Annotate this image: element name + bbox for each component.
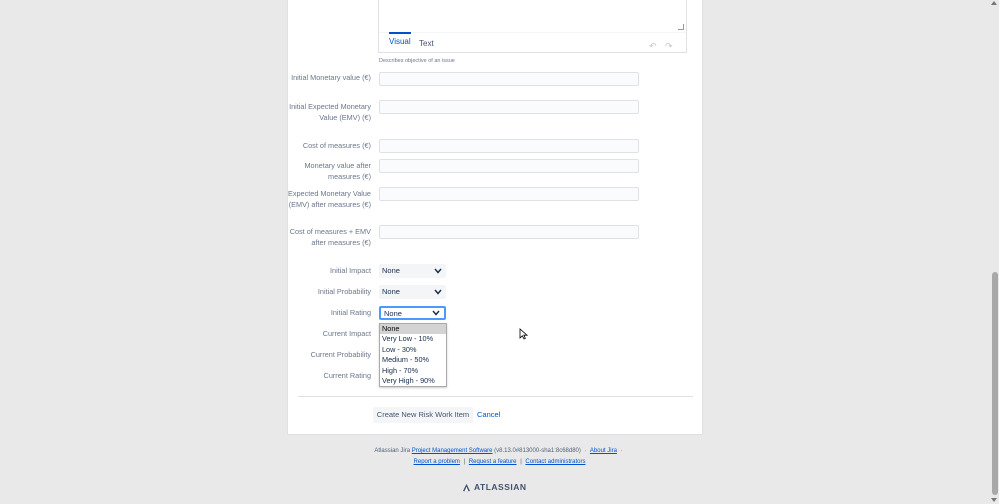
footer-pm-link[interactable]: Project Management Software [412,448,493,454]
dropdown-option[interactable]: Medium - 50% [380,355,446,365]
initial-rating-select[interactable]: None [379,306,446,320]
emv-after-input[interactable] [379,187,639,201]
cost-of-measures-label: Cost of measures (€) [302,141,371,150]
initial-rating-label: Initial Rating [330,308,371,317]
initial-probability-value: None [382,287,400,296]
scroll-up-icon[interactable] [991,1,997,5]
create-risk-button[interactable]: Create New Risk Work Item [373,407,473,423]
monetary-after-label: Monetary value after measures (€) [304,161,371,181]
chevron-down-icon [434,264,442,274]
scroll-down-icon[interactable] [991,498,997,502]
initial-impact-select[interactable]: None [379,264,446,278]
tab-visual[interactable]: Visual [389,32,411,46]
resize-handle-icon[interactable] [678,24,684,30]
cost-plus-emv-label: Cost of measures + EMV after measures (€… [289,227,371,247]
actions-divider [298,396,693,397]
form-panel [287,0,703,435]
footer-prefix: Atlassian Jira [374,448,411,454]
initial-rating-value: None [384,309,402,318]
mouse-cursor-icon [519,328,528,340]
rating-dropdown-list: None Very Low - 10% Low - 30% Medium - 5… [379,323,447,387]
footer-separator: | [463,459,466,465]
dropdown-option[interactable]: Low - 30% [380,345,446,355]
page-scrollbar[interactable] [990,0,999,504]
cancel-link[interactable]: Cancel [477,407,500,423]
initial-monetary-input[interactable] [379,72,639,86]
footer-line-1: Atlassian Jira Project Management Softwa… [0,448,999,454]
footer-separator: · [620,448,623,454]
footer-contact-link[interactable]: Contact administrators [525,459,585,465]
monetary-after-input[interactable] [379,159,639,173]
footer-separator: · [584,448,587,454]
description-help-text: Describes objective of an issue [379,58,455,64]
emv-after-label: Expected Monetary Value (EMV) after meas… [287,189,371,209]
cost-of-measures-input[interactable] [379,139,639,153]
initial-monetary-label: Initial Monetary value (€) [291,73,371,82]
description-textarea[interactable] [379,0,686,32]
undo-icon[interactable]: ↶ [649,41,657,52]
current-impact-label: Current Impact [322,329,371,338]
chevron-down-icon [434,285,442,295]
footer-request-link[interactable]: Request a feature [469,459,517,465]
footer-separator: | [520,459,522,465]
current-rating-label: Current Rating [323,371,371,380]
footer-report-link[interactable]: Report a problem [414,459,460,465]
redo-icon[interactable]: ↷ [665,41,673,52]
initial-emv-input[interactable] [379,100,639,114]
editor-mode-tabs: Visual Text ↶ ↷ [379,32,686,52]
dropdown-option[interactable]: High - 70% [380,366,446,376]
dropdown-option[interactable]: Very Low - 10% [380,334,446,344]
initial-probability-select[interactable]: None [379,285,446,299]
chevron-down-icon [432,308,440,316]
initial-probability-label: Initial Probability [317,287,371,296]
scroll-thumb[interactable] [992,272,998,495]
atlassian-wordmark: ATLASSIAN [474,482,527,492]
initial-impact-label: Initial Impact [330,266,371,275]
current-probability-label: Current Probability [310,350,371,359]
footer-version: (v8.13.0#813000-sha1:8c68d80) [494,448,581,454]
footer-line-2: Report a problem | Request a feature | C… [0,459,999,465]
footer-about-link[interactable]: About Jira [590,448,617,454]
initial-emv-label: Initial Expected Monetary Value (EMV) (€… [289,102,371,122]
atlassian-logo[interactable]: ATLASSIAN [462,482,527,492]
initial-impact-value: None [382,266,400,275]
cost-plus-emv-input[interactable] [379,225,639,239]
tab-text[interactable]: Text [419,35,434,48]
atlassian-logo-icon [462,484,471,492]
dropdown-option[interactable]: Very High - 90% [380,376,446,386]
description-editor: Visual Text ↶ ↷ [378,0,687,53]
dropdown-option[interactable]: None [380,324,446,335]
